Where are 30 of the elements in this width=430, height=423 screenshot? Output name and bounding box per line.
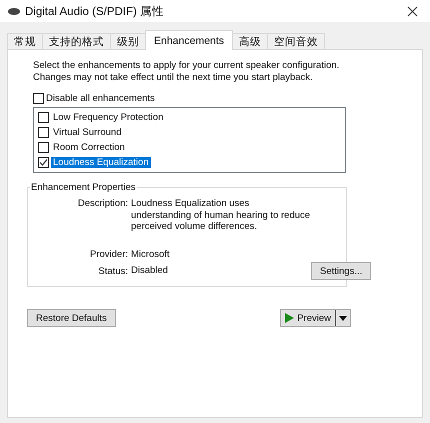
instructions-text: Select the enhancements to apply for your current speaker configuration. Changes may not take effect until the next time you start playback. [33, 60, 340, 83]
caret-icon [339, 316, 347, 320]
list-item[interactable]: Virtual Surround [51, 127, 124, 138]
provider-value: Microsoft [131, 248, 171, 260]
status-label: Status: [97, 266, 128, 276]
checkbox[interactable] [33, 93, 44, 104]
status-value: Disabled [131, 265, 169, 277]
checkbox-label: Disable all enhancements [46, 93, 155, 104]
window-title: Digital Audio (S/PDIF) 属性 [25, 4, 166, 18]
list-item[interactable]: Low Frequency Protection [51, 112, 166, 123]
list-item[interactable]: Room Correction [51, 142, 127, 153]
preview-button[interactable]: Preview [281, 310, 336, 326]
description-label: Description: [76, 198, 128, 209]
close-icon[interactable] [407, 6, 418, 16]
settings-button[interactable]: Settings... [311, 262, 372, 280]
tab[interactable]: 空间音效 [267, 33, 326, 50]
checkbox[interactable] [38, 127, 49, 138]
tab[interactable]: 常规 [7, 33, 43, 50]
provider-label: Provider: [88, 248, 128, 260]
speaker-icon [8, 8, 20, 14]
checkbox[interactable] [38, 112, 49, 123]
description-text: Loudness Equalization uses understanding of human hearing to reduce perceived volume differences. [131, 198, 311, 232]
check-icon [39, 158, 48, 167]
checkbox[interactable] [38, 142, 49, 153]
play-icon [285, 313, 294, 323]
group-title: Enhancement Properties [30, 182, 137, 193]
checkbox[interactable] [38, 157, 49, 168]
list-item[interactable]: Loudness Equalization [51, 157, 151, 168]
restore-defaults-button[interactable]: Restore Defaults [27, 309, 116, 327]
tab[interactable]: Enhancements [145, 30, 234, 50]
